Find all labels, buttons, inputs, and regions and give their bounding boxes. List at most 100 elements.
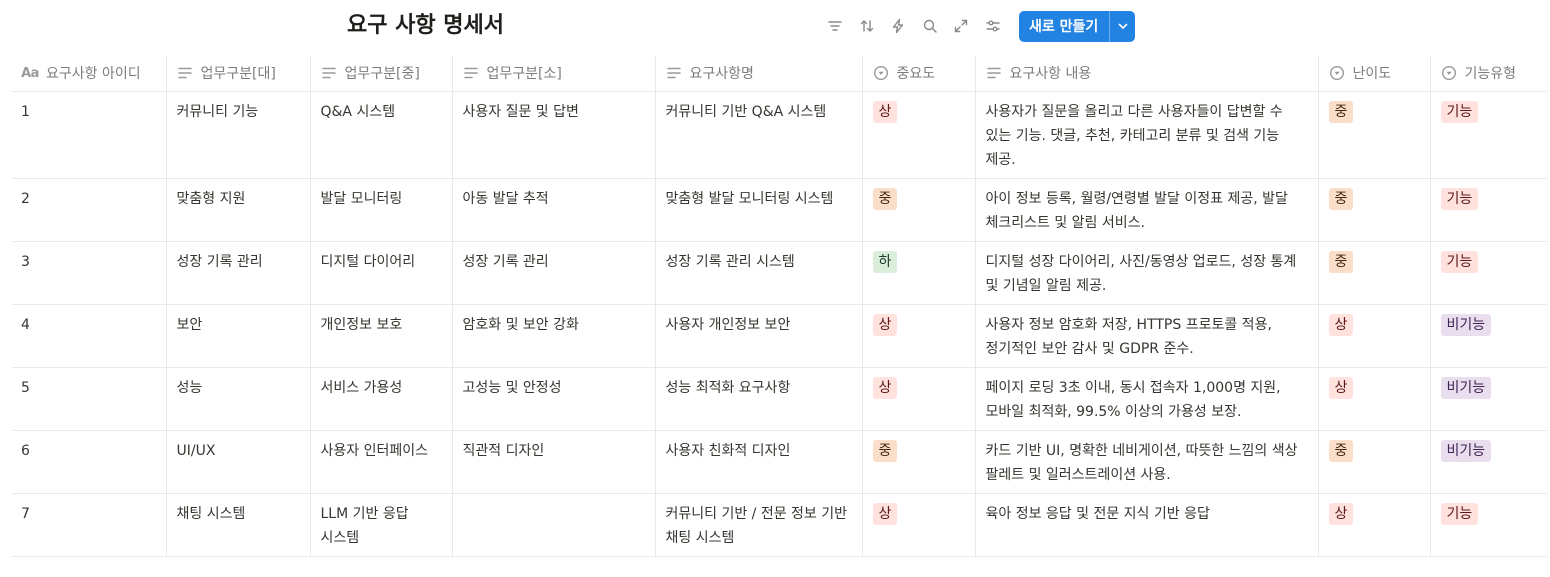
cell-priority[interactable]: 상 <box>861 367 976 431</box>
cell-cat_l[interactable]: 보안 <box>165 304 311 368</box>
cell-name[interactable]: 커뮤니티 기반 / 전문 정보 기반 채팅 시스템 <box>654 493 863 557</box>
cell-name[interactable]: 맞춤형 발달 모니터링 시스템 <box>654 178 863 242</box>
cell-type[interactable]: 기능 <box>1429 91 1547 179</box>
name-text: 사용자 친화적 디자인 <box>665 443 791 459</box>
cell-name[interactable]: 사용자 개인정보 보안 <box>654 304 863 368</box>
cat_m-text: 개인정보 보호 <box>320 317 403 333</box>
cell-id[interactable]: 3 <box>12 241 167 305</box>
cell-type[interactable]: 기능 <box>1429 241 1547 305</box>
settings-sliders-icon[interactable] <box>984 17 1002 35</box>
cell-cat_l[interactable]: 성능 <box>165 367 311 431</box>
table-row[interactable]: 7 채팅 시스템 LLM 기반 응답 시스템 커뮤니티 기반 / 전문 정보 기반 채… <box>12 493 1547 557</box>
cell-cat_l[interactable]: 성장 기록 관리 <box>165 241 311 305</box>
cell-priority[interactable]: 중 <box>861 430 976 494</box>
cell-cat_l[interactable]: 맞춤형 지원 <box>165 178 311 242</box>
lightning-icon[interactable] <box>889 17 907 35</box>
cell-id[interactable]: 4 <box>12 304 167 368</box>
text-lines-icon <box>985 65 1003 81</box>
table-row[interactable]: 3 성장 기록 관리 디지털 다이어리 성장 기록 관리 성장 기록 관리 시스템 하 디지… <box>12 241 1547 305</box>
cell-priority[interactable]: 상 <box>861 493 976 557</box>
cell-name[interactable]: 커뮤니티 기반 Q&A 시스템 <box>654 91 863 179</box>
cell-priority[interactable]: 하 <box>861 241 976 305</box>
cell-cat_s[interactable]: 아동 발달 추적 <box>451 178 656 242</box>
column-header-cat_s[interactable]: 업무구분[소] <box>451 55 656 92</box>
cell-desc[interactable]: 육아 정보 응답 및 전문 지식 기반 응답 <box>974 493 1319 557</box>
cell-name[interactable]: 성능 최적화 요구사항 <box>654 367 863 431</box>
cell-desc[interactable]: 디지털 성장 다이어리, 사진/동영상 업로드, 성장 통계 및 기념일 알림 … <box>974 241 1319 305</box>
cell-desc[interactable]: 사용자가 질문을 올리고 다른 사용자들이 답변할 수 있는 기능. 댓글, 추… <box>974 91 1319 179</box>
cell-priority[interactable]: 상 <box>861 304 976 368</box>
priority-tag: 상 <box>872 314 898 336</box>
column-header-cat_l[interactable]: 업무구분[대] <box>165 55 311 92</box>
cell-name[interactable]: 사용자 친화적 디자인 <box>654 430 863 494</box>
cell-cat_m[interactable]: 사용자 인터페이스 <box>309 430 453 494</box>
table-row[interactable]: 2 맞춤형 지원 발달 모니터링 아동 발달 추적 맞춤형 발달 모니터링 시스템 중 아이… <box>12 178 1547 242</box>
cell-id[interactable]: 6 <box>12 430 167 494</box>
column-header-name[interactable]: 요구사항명 <box>654 55 863 92</box>
cell-type[interactable]: 기능 <box>1429 178 1547 242</box>
cell-difficulty[interactable]: 중 <box>1317 91 1431 179</box>
column-header-priority[interactable]: 중요도 <box>861 55 976 92</box>
cell-desc[interactable]: 사용자 정보 암호화 저장, HTTPS 프로토콜 적용, 정기적인 보안 감사… <box>974 304 1319 368</box>
new-button-label[interactable]: 새로 만들기 <box>1019 11 1109 42</box>
cell-id[interactable]: 1 <box>12 91 167 179</box>
cell-priority[interactable]: 중 <box>861 178 976 242</box>
cell-type[interactable]: 비기능 <box>1429 304 1547 368</box>
column-header-cat_m[interactable]: 업무구분[중] <box>309 55 453 92</box>
cell-cat_l[interactable]: 채팅 시스템 <box>165 493 311 557</box>
desc-text: 디지털 성장 다이어리, 사진/동영상 업로드, 성장 통계 및 기념일 알림 … <box>985 254 1297 294</box>
table-row[interactable]: 4 보안 개인정보 보호 암호화 및 보안 강화 사용자 개인정보 보안 상 사용자 정보 … <box>12 304 1547 368</box>
column-header-type[interactable]: 기능유형 <box>1429 55 1547 92</box>
difficulty-tag: 상 <box>1328 377 1354 399</box>
column-header-id[interactable]: Aa 요구사항 아이디 <box>12 55 167 92</box>
cell-id[interactable]: 5 <box>12 367 167 431</box>
cell-cat_m[interactable]: 서비스 가용성 <box>309 367 453 431</box>
cell-difficulty[interactable]: 중 <box>1317 430 1431 494</box>
cell-name[interactable]: 성장 기록 관리 시스템 <box>654 241 863 305</box>
table-row[interactable]: 1 커뮤니티 기능 Q&A 시스템 사용자 질문 및 답변 커뮤니티 기반 Q&A 시스… <box>12 91 1547 179</box>
cell-id[interactable]: 7 <box>12 493 167 557</box>
cell-cat_s[interactable] <box>451 493 656 557</box>
cell-cat_l[interactable]: UI/UX <box>165 430 311 494</box>
desc-text: 사용자가 질문을 올리고 다른 사용자들이 답변할 수 있는 기능. 댓글, 추… <box>985 104 1283 168</box>
cat_l-text: 성장 기록 관리 <box>176 254 263 270</box>
cell-cat_m[interactable]: Q&A 시스템 <box>309 91 453 179</box>
new-button[interactable]: 새로 만들기 <box>1019 10 1136 42</box>
cell-desc[interactable]: 페이지 로딩 3초 이내, 동시 접속자 1,000명 지원, 모바일 최적화,… <box>974 367 1319 431</box>
cell-type[interactable]: 비기능 <box>1429 367 1547 431</box>
cell-type[interactable]: 비기능 <box>1429 430 1547 494</box>
cell-cat_s[interactable]: 성장 기록 관리 <box>451 241 656 305</box>
cell-difficulty[interactable]: 중 <box>1317 178 1431 242</box>
chevron-down-icon[interactable] <box>1110 11 1135 42</box>
cell-difficulty[interactable]: 상 <box>1317 304 1431 368</box>
cell-cat_s[interactable]: 고성능 및 안정성 <box>451 367 656 431</box>
cell-desc[interactable]: 아이 정보 등록, 월령/연령별 발달 이정표 제공, 발달 체크리스트 및 알… <box>974 178 1319 242</box>
column-header-difficulty[interactable]: 난이도 <box>1317 55 1431 92</box>
cell-difficulty[interactable]: 상 <box>1317 493 1431 557</box>
select-icon <box>1440 65 1458 81</box>
table-row[interactable]: 5 성능 서비스 가용성 고성능 및 안정성 성능 최적화 요구사항 상 페이지 로딩 3초… <box>12 367 1547 431</box>
cell-cat_s[interactable]: 사용자 질문 및 답변 <box>451 91 656 179</box>
cell-cat_m[interactable]: 발달 모니터링 <box>309 178 453 242</box>
cell-cat_s[interactable]: 암호화 및 보안 강화 <box>451 304 656 368</box>
cell-difficulty[interactable]: 상 <box>1317 367 1431 431</box>
table-row[interactable]: 6 UI/UX 사용자 인터페이스 직관적 디자인 사용자 친화적 디자인 중 카드 기반 … <box>12 430 1547 494</box>
cell-difficulty[interactable]: 중 <box>1317 241 1431 305</box>
sort-icon[interactable] <box>858 17 876 35</box>
cell-cat_l[interactable]: 커뮤니티 기능 <box>165 91 311 179</box>
filter-icon[interactable] <box>826 17 844 35</box>
select-icon <box>872 65 890 81</box>
column-header-desc[interactable]: 요구사항 내용 <box>974 55 1319 92</box>
cell-cat_m[interactable]: LLM 기반 응답 시스템 <box>309 493 453 557</box>
cell-cat_m[interactable]: 디지털 다이어리 <box>309 241 453 305</box>
cell-priority[interactable]: 상 <box>861 91 976 179</box>
cell-desc[interactable]: 카드 기반 UI, 명확한 네비게이션, 따뜻한 느낌의 색상 팔레트 및 일러… <box>974 430 1319 494</box>
cell-cat_s[interactable]: 직관적 디자인 <box>451 430 656 494</box>
difficulty-tag: 중 <box>1328 188 1354 210</box>
search-icon[interactable] <box>921 17 939 35</box>
type-tag: 기능 <box>1440 251 1479 273</box>
cell-type[interactable]: 기능 <box>1429 493 1547 557</box>
expand-icon[interactable] <box>952 17 970 35</box>
cell-cat_m[interactable]: 개인정보 보호 <box>309 304 453 368</box>
cell-id[interactable]: 2 <box>12 178 167 242</box>
